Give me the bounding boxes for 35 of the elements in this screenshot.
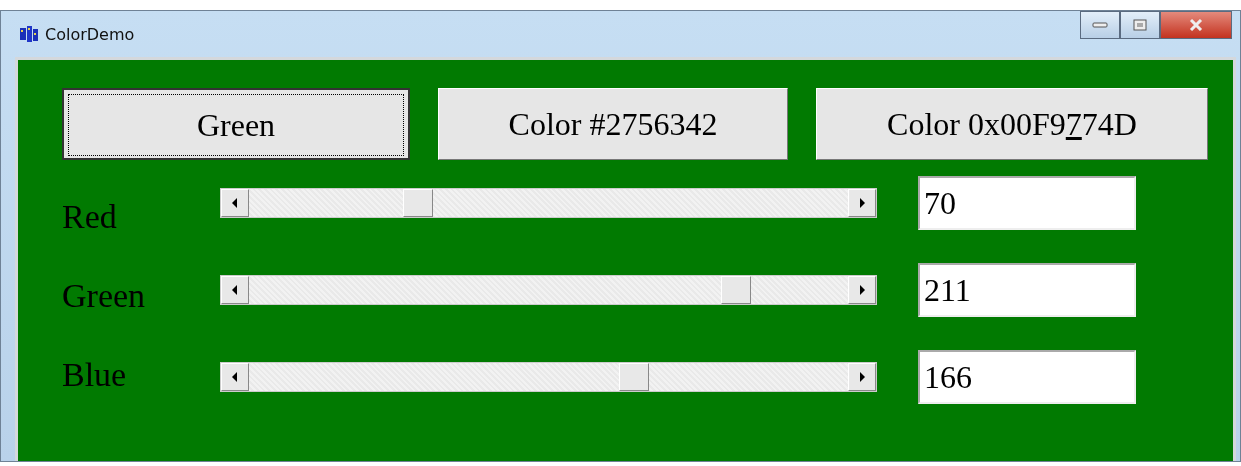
channel-label: Green bbox=[62, 276, 147, 315]
scrollbar-track[interactable] bbox=[220, 275, 877, 305]
left-arrow-button[interactable] bbox=[221, 363, 249, 391]
left-arrow-button[interactable] bbox=[221, 189, 249, 217]
right-triangle-icon bbox=[859, 198, 865, 208]
scrollbar-thumb[interactable] bbox=[618, 363, 649, 391]
left-triangle-icon bbox=[232, 285, 238, 295]
right-triangle-icon bbox=[859, 372, 865, 382]
close-button[interactable] bbox=[1160, 11, 1232, 39]
scrollbar-track[interactable] bbox=[220, 362, 877, 392]
right-arrow-button[interactable] bbox=[848, 189, 876, 217]
scrollbar-thumb[interactable] bbox=[721, 276, 752, 304]
value-field[interactable]: 166 bbox=[918, 350, 1136, 404]
left-triangle-icon bbox=[232, 372, 238, 382]
scrollbar-track[interactable] bbox=[220, 188, 877, 218]
scrollbar-thumb[interactable] bbox=[402, 189, 433, 217]
minimize-button[interactable] bbox=[1080, 11, 1120, 39]
window-title: ColorDemo bbox=[45, 24, 135, 44]
color-button[interactable]: Green bbox=[62, 88, 410, 160]
maximize-icon bbox=[1133, 19, 1147, 31]
value-field[interactable]: 211 bbox=[918, 263, 1136, 317]
value-field[interactable]: 70 bbox=[918, 176, 1136, 230]
right-arrow-button[interactable] bbox=[848, 363, 876, 391]
close-icon bbox=[1188, 19, 1204, 31]
left-triangle-icon bbox=[232, 198, 238, 208]
maximize-button[interactable] bbox=[1120, 11, 1160, 39]
channel-label: Blue bbox=[62, 355, 128, 394]
color-button[interactable]: Color #2756342 bbox=[438, 88, 788, 160]
right-triangle-icon bbox=[859, 285, 865, 295]
left-arrow-button[interactable] bbox=[221, 276, 249, 304]
color-button[interactable]: Color 0x00F9774D bbox=[816, 88, 1208, 160]
channel-label: Red bbox=[62, 197, 118, 236]
minimize-icon bbox=[1092, 22, 1108, 28]
app-icon bbox=[19, 25, 39, 43]
right-arrow-button[interactable] bbox=[848, 276, 876, 304]
